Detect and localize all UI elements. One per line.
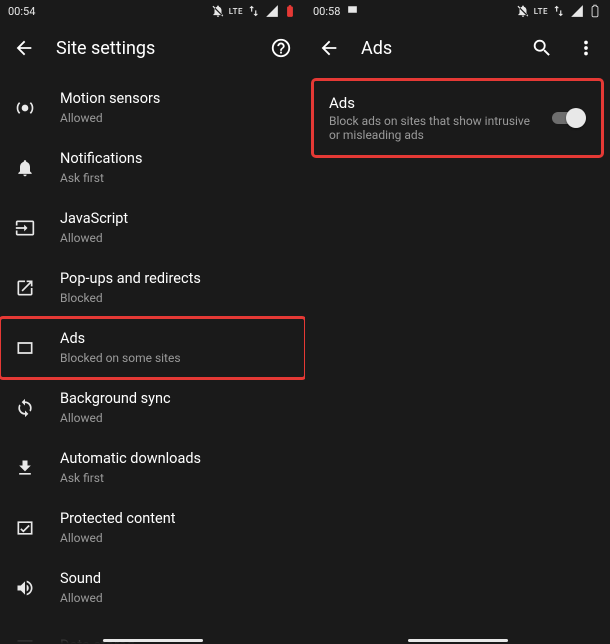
- row-title: Protected content: [60, 510, 289, 529]
- screenshot-notif-icon: [346, 3, 359, 19]
- row-title: Notifications: [60, 150, 289, 169]
- row-javascript[interactable]: JavaScript Allowed: [0, 198, 305, 258]
- row-title: Ads: [60, 330, 289, 349]
- notifications-icon: [14, 157, 36, 179]
- swap-vert-icon: [552, 4, 566, 18]
- search-icon: [531, 37, 553, 59]
- ads-icon: [14, 337, 36, 359]
- row-background-sync[interactable]: Background sync Allowed: [0, 378, 305, 438]
- status-lte: LTE: [229, 7, 243, 16]
- volume-icon: [14, 577, 36, 599]
- sync-icon: [14, 397, 36, 419]
- status-time: 00:58: [313, 5, 340, 18]
- row-protected-content[interactable]: Protected content Allowed: [0, 498, 305, 558]
- back-button[interactable]: [12, 36, 36, 60]
- storage-icon: [14, 635, 36, 644]
- row-sound[interactable]: Sound Allowed: [0, 558, 305, 618]
- signal-icon: [570, 4, 584, 18]
- battery-low-icon: [283, 4, 297, 18]
- motion-sensors-icon: [14, 97, 36, 119]
- row-sub: Allowed: [60, 110, 289, 126]
- row-sub: Allowed: [60, 530, 289, 546]
- row-notifications[interactable]: Notifications Ask first: [0, 138, 305, 198]
- status-bar: 00:54 LTE: [0, 0, 305, 22]
- row-sub: Ask first: [60, 470, 289, 486]
- row-title: Background sync: [60, 390, 289, 409]
- toggle-title: Ads: [329, 94, 538, 112]
- download-icon: [14, 457, 36, 479]
- open-in-new-icon: [14, 277, 36, 299]
- screen-ads-detail: 00:58 LTE Ads Ads Block ads on sites tha…: [305, 0, 610, 644]
- row-motion-sensors[interactable]: Motion sensors Allowed: [0, 78, 305, 138]
- arrow-back-icon: [13, 37, 35, 59]
- status-lte: LTE: [534, 7, 548, 16]
- row-sub: Allowed: [60, 230, 289, 246]
- page-title: Site settings: [56, 38, 249, 59]
- row-sub: Allowed: [60, 590, 289, 606]
- row-automatic-downloads[interactable]: Automatic downloads Ask first: [0, 438, 305, 498]
- row-sub: Allowed: [60, 410, 289, 426]
- do-not-disturb-off-icon: [211, 4, 225, 18]
- do-not-disturb-off-icon: [516, 4, 530, 18]
- swap-vert-icon: [247, 4, 261, 18]
- help-button[interactable]: [269, 36, 293, 60]
- row-title: Sound: [60, 570, 289, 589]
- arrow-back-icon: [318, 37, 340, 59]
- app-bar: Ads: [305, 22, 610, 74]
- row-title: JavaScript: [60, 210, 289, 229]
- ads-switch[interactable]: [552, 108, 586, 128]
- protected-content-icon: [14, 517, 36, 539]
- battery-icon: [588, 4, 602, 18]
- row-title: Pop-ups and redirects: [60, 270, 289, 289]
- row-ads[interactable]: Ads Blocked on some sites: [0, 318, 305, 378]
- search-button[interactable]: [530, 36, 554, 60]
- page-title: Ads: [361, 38, 510, 59]
- row-sub: Ask first: [60, 170, 289, 186]
- signal-icon: [265, 4, 279, 18]
- help-outline-icon: [270, 37, 292, 59]
- app-bar: Site settings: [0, 22, 305, 74]
- row-title: Motion sensors: [60, 90, 289, 109]
- status-time: 00:54: [8, 5, 35, 18]
- input-icon: [14, 217, 36, 239]
- gesture-bar: [103, 639, 203, 642]
- back-button[interactable]: [317, 36, 341, 60]
- screen-site-settings: 00:54 LTE Site settings Motion sensors A…: [0, 0, 305, 644]
- ads-toggle-row[interactable]: Ads Block ads on sites that show intrusi…: [313, 80, 602, 156]
- row-popups-redirects[interactable]: Pop-ups and redirects Blocked: [0, 258, 305, 318]
- row-title: Automatic downloads: [60, 450, 289, 469]
- row-sub: Blocked on some sites: [60, 350, 289, 366]
- settings-list: Motion sensors Allowed Notifications Ask…: [0, 74, 305, 644]
- toggle-sub: Block ads on sites that show intrusive o…: [329, 114, 538, 142]
- overflow-menu-button[interactable]: [574, 36, 598, 60]
- row-sub: Blocked: [60, 290, 289, 306]
- gesture-bar: [408, 639, 508, 642]
- status-bar: 00:58 LTE: [305, 0, 610, 22]
- more-vert-icon: [575, 37, 597, 59]
